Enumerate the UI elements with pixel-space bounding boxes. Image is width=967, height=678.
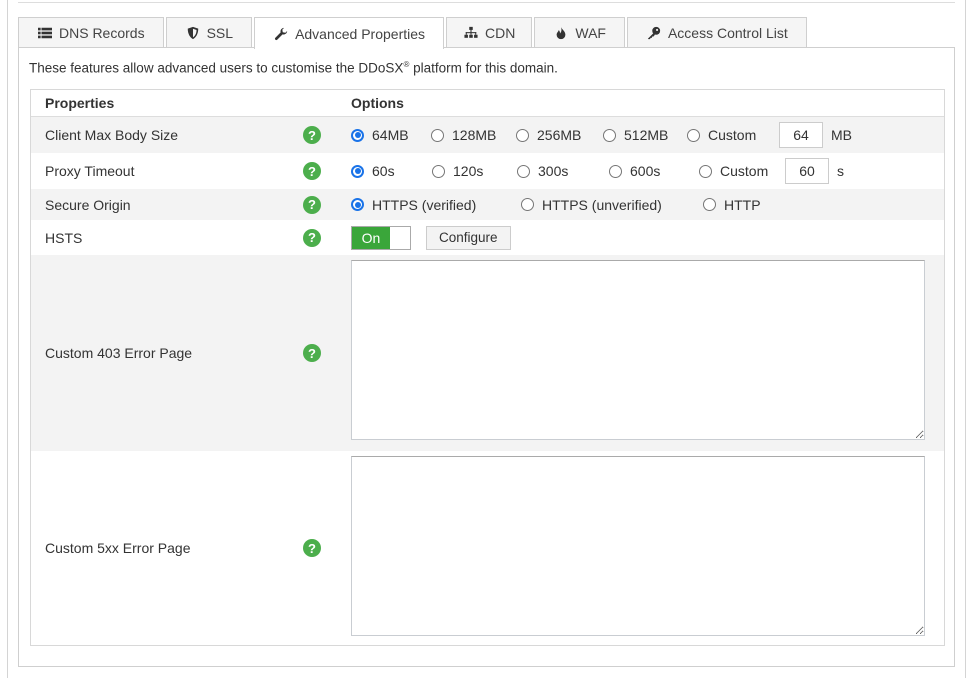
property-label: Client Max Body Size [45,127,179,143]
radio-dot[interactable] [687,128,700,142]
intro-text: These features allow advanced users to c… [29,60,558,76]
property-label: HSTS [45,229,83,246]
table-row-secure-origin: Secure Origin ? HTTPS (verified) HTTPS (… [31,189,944,220]
radio-dot[interactable] [432,164,445,178]
page-border-right [965,0,966,678]
toggle-handle [390,226,410,249]
radio-dot[interactable] [603,128,616,142]
shield-icon [185,26,201,40]
custom-5xx-textarea[interactable] [351,456,925,636]
help-icon[interactable]: ? [303,344,321,362]
radio-dot-selected[interactable] [351,128,364,142]
table-row-proxy-timeout: Proxy Timeout ? 60s 120s 300s 600s Custo… [31,153,944,189]
body-size-options: 64MB 128MB 256MB 512MB Custom MB [351,122,852,148]
help-icon[interactable]: ? [303,228,321,247]
advanced-properties-panel: These features allow advanced users to c… [18,47,955,667]
fire-icon [553,26,569,40]
property-label: Custom 403 Error Page [45,345,193,361]
tab-access-control-list[interactable]: Access Control List [626,17,807,48]
help-icon[interactable]: ? [303,162,321,180]
custom-body-size-input[interactable] [779,122,823,148]
help-icon[interactable]: ? [303,195,321,214]
header-options: Options [351,95,404,111]
wrench-icon [273,27,289,41]
radio-64mb[interactable]: 64MB [351,127,431,143]
radio-dot[interactable] [516,128,529,142]
header-properties: Properties [45,95,115,111]
table-row-client-max-body-size: Client Max Body Size ? 64MB 128MB 256MB … [31,116,944,153]
radio-http[interactable]: HTTP [703,197,761,213]
radio-dot[interactable] [699,164,712,178]
sitemap-icon [463,26,479,40]
radio-512mb[interactable]: 512MB [603,127,687,143]
list-icon [37,26,53,40]
unit-label: MB [831,127,852,143]
hsts-toggle[interactable]: On [351,225,411,250]
radio-300s[interactable]: 300s [517,163,609,179]
secure-origin-options: HTTPS (verified) HTTPS (unverified) HTTP [351,197,761,213]
radio-https-verified[interactable]: HTTPS (verified) [351,197,521,213]
tab-waf[interactable]: WAF [534,17,625,48]
unit-label: s [837,163,844,179]
property-label: Custom 5xx Error Page [45,540,191,556]
property-label: Secure Origin [45,196,131,213]
tab-bar: DNS Records SSL Advanced Properties CDN … [18,17,809,49]
radio-600s[interactable]: 600s [609,163,699,179]
radio-dot[interactable] [431,128,444,142]
properties-table: Properties Options Client Max Body Size … [30,89,945,646]
radio-dot-selected[interactable] [351,198,364,211]
radio-custom-body-size[interactable]: Custom [687,127,779,143]
tab-dns-records[interactable]: DNS Records [18,17,164,48]
tab-label: SSL [206,25,234,41]
radio-dot-selected[interactable] [351,164,364,178]
help-icon[interactable]: ? [303,539,321,557]
table-header: Properties Options [31,90,944,116]
tab-label: DNS Records [59,25,145,41]
tab-cdn[interactable]: CDN [446,17,533,48]
top-divider [18,2,955,3]
key-icon [646,26,662,40]
tab-label: Access Control List [667,25,788,41]
help-icon[interactable]: ? [303,126,321,144]
configure-button[interactable]: Configure [426,225,511,250]
radio-dot[interactable] [517,164,530,178]
custom-timeout-input[interactable] [785,158,829,184]
radio-60s[interactable]: 60s [351,163,432,179]
radio-dot[interactable] [703,198,716,211]
table-row-hsts: HSTS ? On Configure [31,220,944,255]
hsts-options: On Configure [351,225,511,250]
custom-403-textarea[interactable] [351,260,925,440]
table-row-custom-403: Custom 403 Error Page ? [31,255,944,451]
radio-128mb[interactable]: 128MB [431,127,516,143]
radio-custom-timeout[interactable]: Custom [699,163,785,179]
radio-120s[interactable]: 120s [432,163,517,179]
tab-advanced-properties[interactable]: Advanced Properties [254,17,445,49]
tab-label: CDN [485,25,516,41]
proxy-timeout-options: 60s 120s 300s 600s Custom s [351,158,844,184]
radio-https-unverified[interactable]: HTTPS (unverified) [521,197,703,213]
table-row-custom-5xx: Custom 5xx Error Page ? [31,451,944,645]
radio-256mb[interactable]: 256MB [516,127,603,143]
tab-ssl[interactable]: SSL [165,17,253,48]
property-label: Proxy Timeout [45,163,135,179]
tab-label: Advanced Properties [295,25,426,42]
radio-dot[interactable] [609,164,622,178]
radio-dot[interactable] [521,198,534,211]
toggle-on-label: On [352,226,390,249]
page-border-left [7,0,8,678]
tab-label: WAF [575,25,606,41]
